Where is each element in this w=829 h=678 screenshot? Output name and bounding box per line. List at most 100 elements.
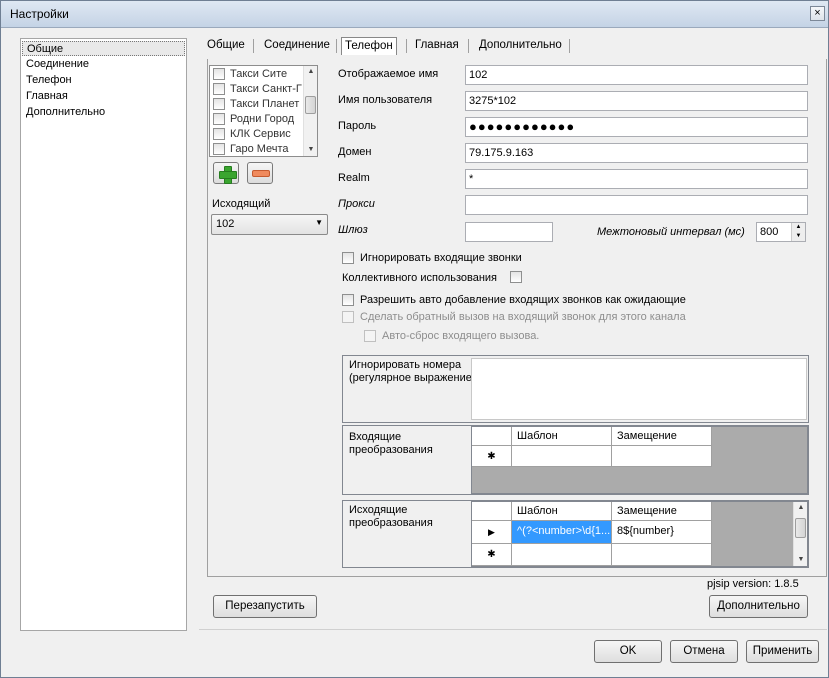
spin-down-icon[interactable]: ▼ bbox=[791, 232, 805, 241]
scroll-up-icon[interactable]: ▲ bbox=[304, 66, 317, 78]
pattern-cell[interactable] bbox=[512, 446, 612, 467]
username-label: Имя пользователя bbox=[338, 94, 433, 106]
minus-icon bbox=[252, 170, 270, 177]
auto-reset-label: Авто-сброс входящего вызова. bbox=[382, 330, 540, 342]
chevron-down-icon: ▼ bbox=[315, 218, 323, 227]
account-item[interactable]: Такси Санкт-Г bbox=[213, 82, 309, 97]
nav-item-connection[interactable]: Соединение bbox=[26, 57, 89, 72]
tone-interval-value: 800 bbox=[760, 226, 779, 238]
remove-account-button[interactable] bbox=[247, 162, 273, 184]
gateway-field[interactable] bbox=[465, 222, 553, 242]
outgoing-transform-grid: Шаблон Замещение ▶ ^(?<number>\d{1... 8$… bbox=[471, 501, 808, 567]
tab-divider bbox=[468, 39, 469, 53]
replace-cell[interactable] bbox=[612, 544, 712, 566]
pjsip-version: pjsip version: 1.8.5 bbox=[707, 578, 799, 590]
outgoing-account-value: 102 bbox=[216, 218, 235, 230]
column-header[interactable]: Шаблон bbox=[512, 502, 612, 521]
callback-checkbox[interactable] bbox=[342, 311, 354, 323]
account-checkbox[interactable] bbox=[213, 68, 225, 80]
ignore-incoming-label: Игнорировать входящие звонки bbox=[360, 252, 522, 264]
shared-use-checkbox[interactable] bbox=[510, 271, 522, 283]
tab-advanced[interactable]: Дополнительно bbox=[479, 37, 562, 55]
advanced-button[interactable]: Дополнительно bbox=[709, 595, 808, 618]
category-list: Общие Соединение Телефон Главная Дополни… bbox=[20, 38, 187, 631]
account-checkbox[interactable] bbox=[213, 83, 225, 95]
tab-main[interactable]: Главная bbox=[415, 37, 459, 55]
account-checkbox[interactable] bbox=[213, 143, 225, 155]
replace-cell[interactable] bbox=[612, 446, 712, 467]
scroll-up-icon[interactable]: ▲ bbox=[794, 502, 808, 514]
scroll-thumb[interactable] bbox=[305, 96, 316, 114]
account-item[interactable]: КЛК Сервис bbox=[213, 127, 309, 142]
account-item[interactable]: Такси Планет bbox=[213, 97, 309, 112]
pattern-cell[interactable]: ^(?<number>\d{1... bbox=[512, 521, 612, 544]
apply-button[interactable]: Применить bbox=[746, 640, 819, 663]
outgoing-account-select[interactable]: 102 ▼ bbox=[211, 214, 328, 235]
nav-item-advanced[interactable]: Дополнительно bbox=[26, 105, 105, 120]
auto-add-waiting-checkbox[interactable] bbox=[342, 294, 354, 306]
add-account-button[interactable] bbox=[213, 162, 239, 184]
scroll-down-icon[interactable]: ▼ bbox=[794, 554, 808, 566]
window-title: Настройки bbox=[10, 7, 69, 21]
tab-divider bbox=[569, 39, 570, 53]
outgoing-grid-scrollbar[interactable]: ▲ ▼ bbox=[793, 502, 807, 566]
account-item[interactable]: Гаро Мечта bbox=[213, 142, 309, 156]
cancel-button[interactable]: Отмена bbox=[670, 640, 738, 663]
auto-reset-checkbox[interactable] bbox=[364, 330, 376, 342]
tab-divider bbox=[253, 39, 254, 53]
restart-button[interactable]: Перезапустить bbox=[213, 595, 317, 618]
account-list: Такси Сите Такси Санкт-Г Такси Планет Ро… bbox=[209, 65, 318, 157]
tone-interval-spinner[interactable]: 800 ▲ ▼ bbox=[756, 222, 806, 242]
column-header[interactable]: Шаблон bbox=[512, 427, 612, 446]
incoming-transform-grid: Шаблон Замещение ✱ bbox=[471, 426, 808, 494]
grid-corner bbox=[472, 427, 512, 446]
account-item[interactable]: Родни Город bbox=[213, 112, 309, 127]
account-list-scrollbar[interactable]: ▲ ▼ bbox=[303, 66, 317, 156]
account-checkbox[interactable] bbox=[213, 98, 225, 110]
plus-icon bbox=[219, 166, 237, 184]
title-bar: Настройки × bbox=[1, 1, 828, 28]
scroll-down-icon[interactable]: ▼ bbox=[304, 144, 317, 156]
column-header[interactable]: Замещение bbox=[612, 502, 712, 521]
ignore-numbers-field[interactable] bbox=[471, 358, 807, 420]
ignore-numbers-group: Игнорировать номера (регулярное выражени… bbox=[342, 355, 809, 423]
tab-phone[interactable]: Телефон bbox=[341, 37, 397, 55]
pattern-cell[interactable] bbox=[512, 544, 612, 566]
ok-button[interactable]: OK bbox=[594, 640, 662, 663]
account-checkbox[interactable] bbox=[213, 128, 225, 140]
shared-use-label: Коллективного использования bbox=[342, 272, 498, 284]
callback-label: Сделать обратный вызов на входящий звоно… bbox=[360, 311, 686, 323]
tab-connection[interactable]: Соединение bbox=[264, 37, 330, 55]
current-row-icon: ▶ bbox=[472, 521, 512, 544]
grid-corner bbox=[472, 502, 512, 521]
divider bbox=[199, 629, 827, 630]
display-name-label: Отображаемое имя bbox=[338, 68, 439, 80]
domain-label: Домен bbox=[338, 146, 372, 158]
close-button[interactable]: × bbox=[810, 6, 825, 21]
spin-up-icon[interactable]: ▲ bbox=[791, 223, 805, 232]
tab-divider bbox=[336, 39, 337, 53]
outgoing-transform-label: Исходящие преобразования bbox=[349, 504, 433, 529]
display-name-field[interactable]: 102 bbox=[465, 65, 808, 85]
auto-add-waiting-label: Разрешить авто добавление входящих звонк… bbox=[360, 294, 686, 306]
scroll-thumb[interactable] bbox=[795, 518, 806, 538]
nav-item-main[interactable]: Главная bbox=[26, 89, 68, 104]
account-item[interactable]: Такси Сите bbox=[213, 67, 309, 82]
settings-window: Настройки × Общие Соединение Телефон Гла… bbox=[0, 0, 829, 678]
ignore-incoming-checkbox[interactable] bbox=[342, 252, 354, 264]
replace-cell[interactable]: 8${number} bbox=[612, 521, 712, 544]
column-header[interactable]: Замещение bbox=[612, 427, 712, 446]
incoming-transform-label: Входящие преобразования bbox=[349, 431, 433, 456]
realm-field[interactable]: * bbox=[465, 169, 808, 189]
proxy-label: Прокси bbox=[338, 198, 375, 210]
domain-field[interactable]: 79.175.9.163 bbox=[465, 143, 808, 163]
account-checkbox[interactable] bbox=[213, 113, 225, 125]
username-field[interactable]: 3275*102 bbox=[465, 91, 808, 111]
proxy-field[interactable] bbox=[465, 195, 808, 215]
nav-item-general[interactable]: Общие bbox=[22, 41, 185, 56]
gateway-label: Шлюз bbox=[338, 224, 368, 236]
password-field[interactable]: ●●●●●●●●●●●● bbox=[465, 117, 808, 137]
realm-label: Realm bbox=[338, 172, 370, 184]
tab-general[interactable]: Общие bbox=[207, 37, 245, 55]
nav-item-phone[interactable]: Телефон bbox=[26, 73, 72, 88]
